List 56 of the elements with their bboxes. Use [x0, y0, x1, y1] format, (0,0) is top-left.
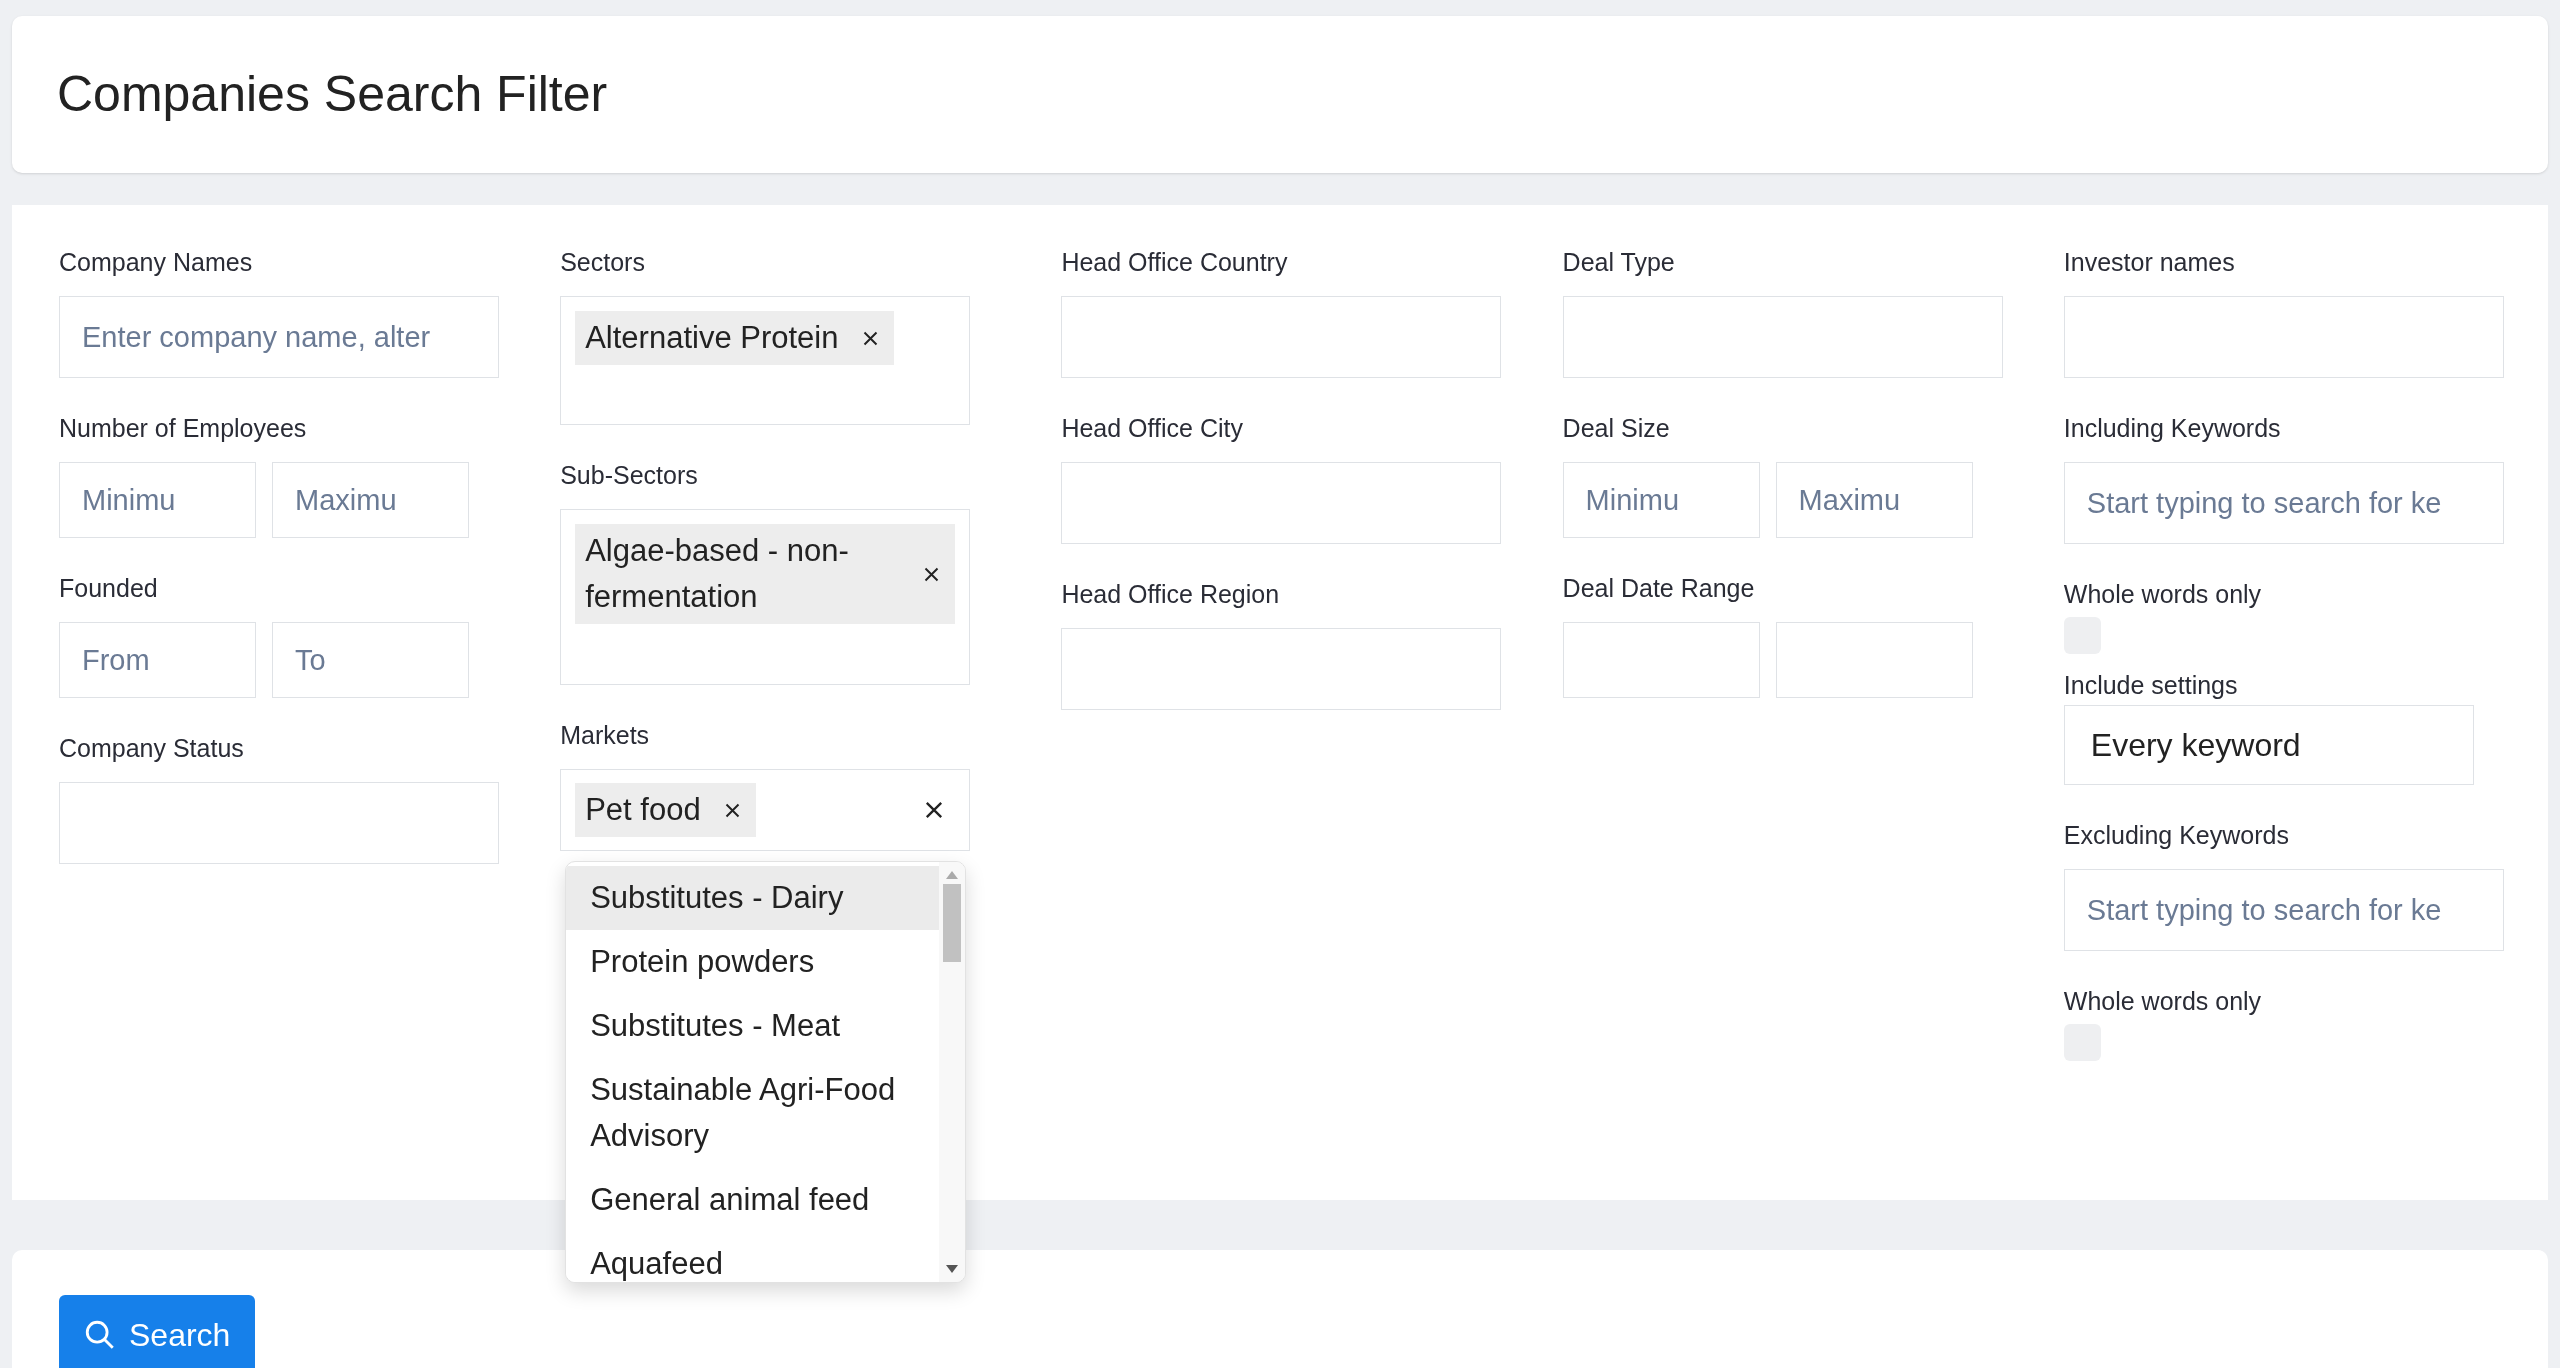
field-label: Founded	[59, 573, 159, 603]
input-field[interactable]	[1562, 296, 2003, 378]
field-label: Number of Employees	[59, 413, 308, 443]
field-label: Deal Date Range	[1562, 573, 1756, 603]
field-label: Include settings	[2063, 670, 2239, 700]
tag-field[interactable]: Alternative Protein	[560, 296, 971, 425]
tag-field[interactable]: Pet food	[560, 769, 971, 851]
field-label: Investor names	[2063, 247, 2236, 277]
field-label: Company Status	[59, 733, 245, 763]
search-icon	[83, 1318, 117, 1352]
input-field[interactable]: Maximu	[272, 462, 469, 538]
clear-icon[interactable]	[925, 801, 944, 819]
remove-icon[interactable]	[724, 802, 740, 818]
field-label: Sectors	[560, 247, 646, 277]
field-label: Excluding Keywords	[2063, 820, 2290, 850]
field-label: Deal Size	[1562, 413, 1671, 443]
input-field[interactable]: To	[272, 622, 469, 698]
dropdown-option[interactable]: Substitutes - Dairy	[566, 866, 940, 930]
input-field[interactable]	[1562, 622, 1760, 698]
input-field[interactable]: Minimu	[1562, 462, 1760, 538]
field-label: Deal Type	[1562, 247, 1676, 277]
input-field[interactable]: Start typing to search for ke	[2063, 869, 2504, 951]
tag-label: Pet food	[585, 791, 701, 829]
search-button[interactable]: Search	[59, 1295, 255, 1368]
field-label: Company Names	[59, 247, 254, 277]
page-title: Companies Search Filter	[57, 65, 608, 124]
input-field[interactable]	[2063, 296, 2504, 378]
tag-label: Alternative Protein	[585, 319, 839, 357]
select-field[interactable]: Every keyword	[2063, 705, 2474, 785]
input-field[interactable]	[1061, 296, 1502, 378]
dropdown-option[interactable]: Aquafeed	[566, 1232, 940, 1282]
input-field[interactable]	[1061, 462, 1502, 544]
field-label: Head Office City	[1061, 413, 1244, 443]
input-field[interactable]: Enter company name, alter	[59, 296, 499, 378]
scroll-up-icon[interactable]	[945, 870, 960, 880]
remove-icon[interactable]	[924, 566, 940, 582]
tag-label: Algae-based - non-fermentation	[585, 532, 850, 616]
input-field[interactable]	[59, 782, 499, 864]
input-field[interactable]: Maximu	[1775, 462, 1973, 538]
tag-field[interactable]: Algae-based - non-fermentation	[560, 509, 971, 685]
input-field[interactable]: Minimu	[59, 462, 256, 538]
remove-icon[interactable]	[862, 330, 878, 346]
field-label: Markets	[560, 720, 651, 750]
field-label: Including Keywords	[2063, 413, 2282, 443]
field-label: Sub-Sectors	[560, 460, 699, 490]
field-label: Head Office Country	[1061, 247, 1289, 277]
input-field[interactable]: From	[59, 622, 256, 698]
scrollbar-thumb[interactable]	[943, 884, 962, 962]
input-field[interactable]	[1775, 622, 1973, 698]
field-label: Whole words only	[2063, 579, 2263, 609]
input-field[interactable]	[1061, 628, 1502, 710]
field-label: Head Office Region	[1061, 579, 1281, 609]
field-label: Whole words only	[2063, 986, 2263, 1016]
scroll-down-icon[interactable]	[945, 1264, 960, 1274]
input-field[interactable]: Start typing to search for ke	[2063, 462, 2504, 544]
scrollbar[interactable]	[939, 862, 966, 1282]
